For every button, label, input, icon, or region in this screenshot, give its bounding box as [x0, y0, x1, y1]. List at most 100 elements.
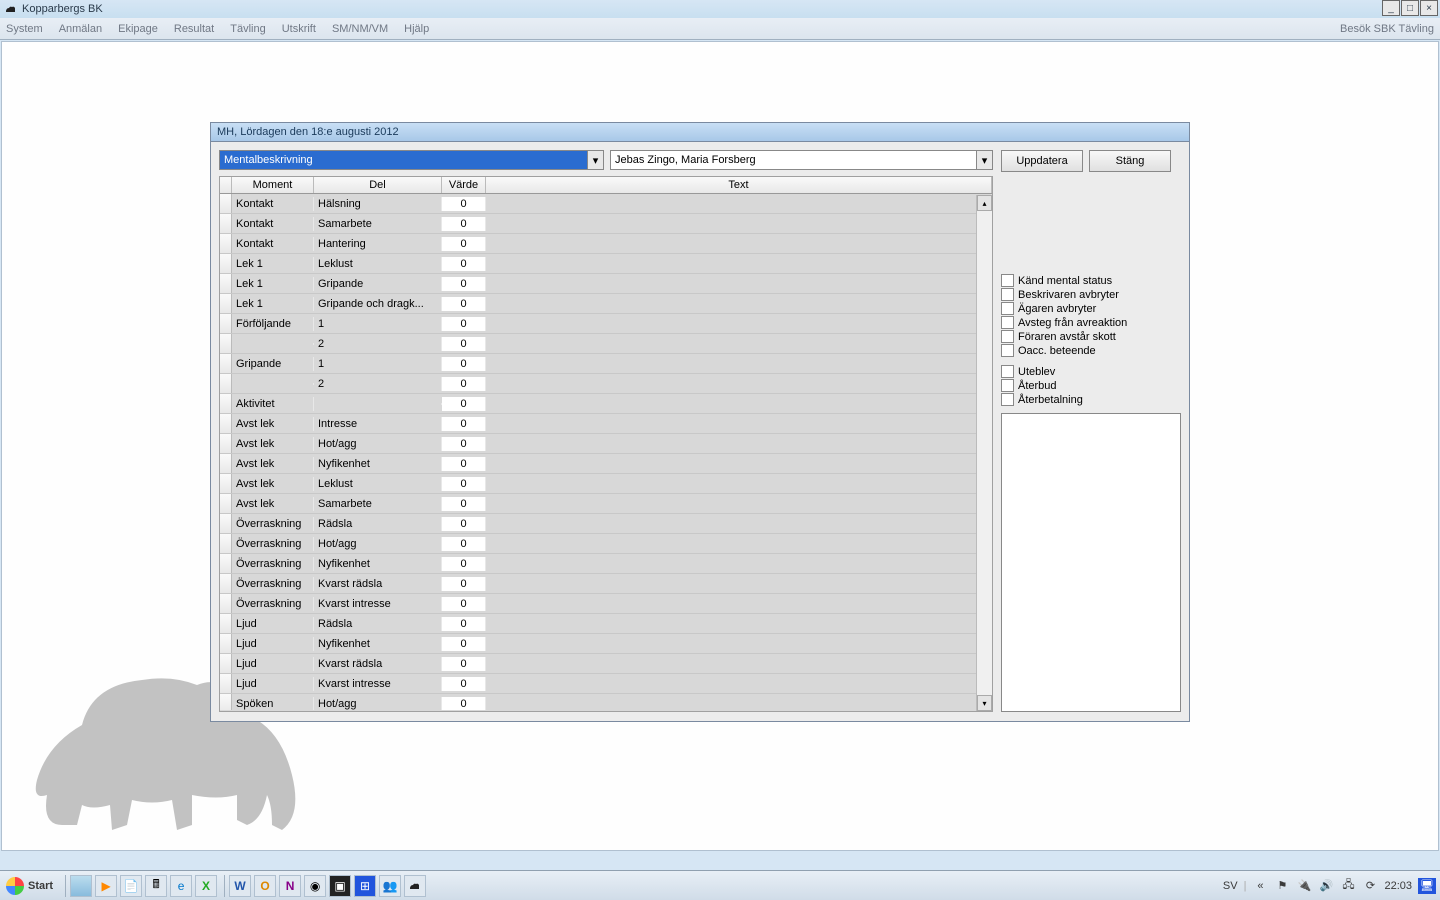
cell-varde[interactable]: 0 — [442, 657, 486, 671]
cell-varde[interactable]: 0 — [442, 437, 486, 451]
cell-text[interactable] — [486, 603, 992, 605]
table-row[interactable]: ÖverraskningKvarst intresse0 — [220, 594, 992, 614]
cell-varde[interactable]: 0 — [442, 637, 486, 651]
language-indicator[interactable]: SV — [1223, 880, 1238, 892]
start-button[interactable]: Start — [4, 875, 61, 897]
table-row[interactable]: SpökenHot/agg0 — [220, 694, 992, 710]
ie-icon[interactable]: e — [170, 875, 192, 897]
checkbox[interactable] — [1001, 288, 1014, 301]
tray-chevron-icon[interactable]: « — [1252, 878, 1268, 894]
cell-varde[interactable]: 0 — [442, 477, 486, 491]
table-row[interactable]: ÖverraskningNyfikenhet0 — [220, 554, 992, 574]
menu-resultat[interactable]: Resultat — [174, 23, 214, 35]
table-row[interactable]: Lek 1Leklust0 — [220, 254, 992, 274]
cell-text[interactable] — [486, 443, 992, 445]
onenote-icon[interactable]: N — [279, 875, 301, 897]
cell-varde[interactable]: 0 — [442, 317, 486, 331]
cell-varde[interactable]: 0 — [442, 297, 486, 311]
table-row[interactable]: 20 — [220, 374, 992, 394]
checkbox[interactable] — [1001, 302, 1014, 315]
cell-text[interactable] — [486, 703, 992, 705]
update-button[interactable]: Uppdatera — [1001, 150, 1083, 172]
cell-text[interactable] — [486, 223, 992, 225]
cell-varde[interactable]: 0 — [442, 537, 486, 551]
app-icon-1[interactable]: ◉ — [304, 875, 326, 897]
sync-icon[interactable]: ⟳ — [1362, 878, 1378, 894]
table-row[interactable]: LjudRädsla0 — [220, 614, 992, 634]
col-del[interactable]: Del — [314, 177, 442, 193]
checkbox[interactable] — [1001, 316, 1014, 329]
menu-smnmvm[interactable]: SM/NM/VM — [332, 23, 388, 35]
checkbox[interactable] — [1001, 274, 1014, 287]
outlook-icon[interactable]: O — [254, 875, 276, 897]
scroll-up-icon[interactable]: ▴ — [977, 195, 992, 211]
cell-varde[interactable]: 0 — [442, 197, 486, 211]
messenger-icon[interactable]: 👥 — [379, 875, 401, 897]
maximize-button[interactable]: □ — [1401, 0, 1419, 16]
excel-icon[interactable]: X — [195, 875, 217, 897]
table-row[interactable]: Förföljande10 — [220, 314, 992, 334]
table-row[interactable]: LjudKvarst intresse0 — [220, 674, 992, 694]
cell-varde[interactable]: 0 — [442, 337, 486, 351]
minimize-button[interactable]: _ — [1382, 0, 1400, 16]
cell-text[interactable] — [486, 543, 992, 545]
cell-text[interactable] — [486, 283, 992, 285]
cell-varde[interactable]: 0 — [442, 697, 486, 711]
cell-text[interactable] — [486, 683, 992, 685]
cell-text[interactable] — [486, 403, 992, 405]
cell-text[interactable] — [486, 523, 992, 525]
cell-text[interactable] — [486, 203, 992, 205]
cell-varde[interactable]: 0 — [442, 457, 486, 471]
cell-text[interactable] — [486, 423, 992, 425]
cell-varde[interactable]: 0 — [442, 357, 486, 371]
cell-varde[interactable]: 0 — [442, 617, 486, 631]
app-icon-3[interactable]: ⊞ — [354, 875, 376, 897]
table-row[interactable]: Gripande10 — [220, 354, 992, 374]
cell-text[interactable] — [486, 583, 992, 585]
table-row[interactable]: LjudNyfikenhet0 — [220, 634, 992, 654]
col-moment[interactable]: Moment — [232, 177, 314, 193]
cell-text[interactable] — [486, 643, 992, 645]
word-icon[interactable]: W — [229, 875, 251, 897]
checkbox[interactable] — [1001, 365, 1014, 378]
table-row[interactable]: Aktivitet0 — [220, 394, 992, 414]
cell-text[interactable] — [486, 323, 992, 325]
cell-text[interactable] — [486, 303, 992, 305]
close-button[interactable]: × — [1420, 0, 1438, 16]
table-row[interactable]: Lek 1Gripande0 — [220, 274, 992, 294]
table-row[interactable]: Avst lekSamarbete0 — [220, 494, 992, 514]
clock[interactable]: 22:03 — [1384, 880, 1412, 892]
cell-varde[interactable]: 0 — [442, 417, 486, 431]
show-desktop-icon[interactable] — [70, 875, 92, 897]
checkbox[interactable] — [1001, 344, 1014, 357]
cell-text[interactable] — [486, 563, 992, 565]
cell-text[interactable] — [486, 463, 992, 465]
cell-varde[interactable]: 0 — [442, 377, 486, 391]
col-varde[interactable]: Värde — [442, 177, 486, 193]
cell-varde[interactable]: 0 — [442, 217, 486, 231]
table-row[interactable]: KontaktHälsning0 — [220, 194, 992, 214]
close-dialog-button[interactable]: Stäng — [1089, 150, 1171, 172]
cell-varde[interactable]: 0 — [442, 517, 486, 531]
scroll-down-icon[interactable]: ▾ — [977, 695, 992, 711]
cell-varde[interactable]: 0 — [442, 277, 486, 291]
menu-ekipage[interactable]: Ekipage — [118, 23, 158, 35]
cell-text[interactable] — [486, 483, 992, 485]
cell-varde[interactable]: 0 — [442, 237, 486, 251]
menu-anmalan[interactable]: Anmälan — [59, 23, 102, 35]
flag-icon[interactable]: ⚑ — [1274, 878, 1290, 894]
dropdown-participant[interactable]: Jebas Zingo, Maria Forsberg ▾ — [610, 150, 993, 170]
cell-varde[interactable]: 0 — [442, 577, 486, 591]
cell-text[interactable] — [486, 383, 992, 385]
table-row[interactable]: LjudKvarst rädsla0 — [220, 654, 992, 674]
media-player-icon[interactable]: ▶ — [95, 875, 117, 897]
table-row[interactable]: KontaktSamarbete0 — [220, 214, 992, 234]
checkbox[interactable] — [1001, 330, 1014, 343]
checkbox[interactable] — [1001, 379, 1014, 392]
cell-text[interactable] — [486, 623, 992, 625]
cell-text[interactable] — [486, 503, 992, 505]
scrollbar[interactable]: ▴ ▾ — [976, 195, 992, 711]
power-icon[interactable]: 🔌 — [1296, 878, 1312, 894]
checkbox[interactable] — [1001, 393, 1014, 406]
table-row[interactable]: Avst lekLeklust0 — [220, 474, 992, 494]
